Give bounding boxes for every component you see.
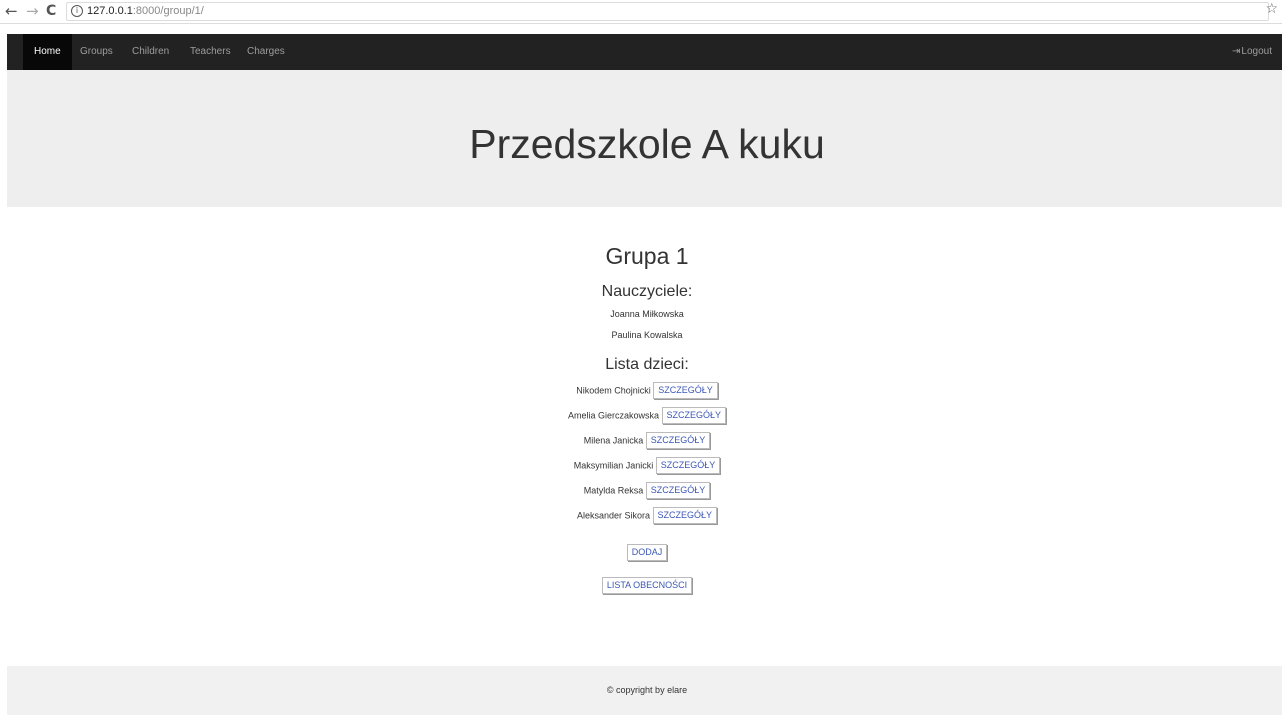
nav-item-groups[interactable]: Groups	[80, 34, 113, 70]
attendance-action: LISTA OBECNOŚCI	[7, 577, 1282, 595]
teachers-heading: Nauczyciele:	[601, 283, 693, 300]
nav-item-children[interactable]: Children	[132, 34, 169, 70]
nav-item-charges[interactable]: Charges	[247, 34, 285, 70]
browser-toolbar: ← → C i 127.0.0.1:8000/group/1/ ☆	[0, 0, 1282, 24]
child-name: Amelia Gierczakowska	[567, 410, 659, 421]
address-bar[interactable]: i 127.0.0.1:8000/group/1/	[66, 2, 1269, 21]
arrow-right-icon[interactable]: →	[26, 2, 39, 20]
list-item: Milena Janicka SZCZEGÓŁY	[7, 431, 1282, 450]
url-path: :8000/group/1/	[132, 5, 204, 17]
child-name: Aleksander Sikora	[576, 510, 650, 521]
details-button[interactable]: SZCZEGÓŁY	[645, 432, 711, 450]
url-host: 127.0.0.1	[87, 5, 133, 17]
list-item: Nikodem Chojnicki SZCZEGÓŁY	[7, 381, 1282, 400]
details-button[interactable]: SZCZEGÓŁY	[645, 482, 711, 500]
logout-link[interactable]: ⇥Logout	[1232, 34, 1272, 70]
list-item: Aleksander Sikora SZCZEGÓŁY	[7, 506, 1282, 525]
details-button[interactable]: SZCZEGÓŁY	[655, 457, 721, 475]
child-name: Matylda Reksa	[583, 485, 644, 496]
arrow-left-icon[interactable]: ←	[5, 2, 18, 20]
logout-label: Logout	[1241, 46, 1272, 57]
children-heading: Lista dzieci:	[605, 356, 689, 373]
attendance-list-button[interactable]: LISTA OBECNOŚCI	[601, 577, 693, 595]
list-item: Amelia Gierczakowska SZCZEGÓŁY	[7, 406, 1282, 425]
nav-item-teachers[interactable]: Teachers	[190, 34, 231, 70]
add-child-button[interactable]: DODAJ	[626, 544, 668, 562]
details-button[interactable]: SZCZEGÓŁY	[653, 382, 718, 400]
child-name: Maksymilian Janicki	[573, 460, 654, 471]
star-icon[interactable]: ☆	[1265, 1, 1278, 17]
login-icon: ⇥	[1232, 46, 1241, 57]
child-name: Nikodem Chojnicki	[576, 385, 651, 396]
info-icon[interactable]: i	[71, 5, 83, 18]
reload-icon[interactable]: C	[46, 2, 56, 20]
teacher-name: Paulina Kowalska	[611, 330, 683, 340]
add-action: DODAJ	[7, 544, 1282, 562]
jumbotron: Przedszkole A kuku	[7, 70, 1282, 207]
nav-item-home[interactable]: Home	[23, 34, 72, 70]
footer: © copyright by elare	[7, 666, 1282, 715]
site-title: Przedszkole A kuku	[469, 121, 825, 167]
group-title: Grupa 1	[605, 243, 689, 269]
top-navbar: Home Groups Children Teachers Charges ⇥L…	[7, 34, 1282, 70]
list-item: Matylda Reksa SZCZEGÓŁY	[7, 481, 1282, 500]
copyright-text: © copyright by elare	[606, 685, 688, 695]
list-item: Maksymilian Janicki SZCZEGÓŁY	[7, 456, 1282, 475]
details-button[interactable]: SZCZEGÓŁY	[661, 407, 727, 425]
details-button[interactable]: SZCZEGÓŁY	[652, 507, 718, 525]
teacher-name: Joanna Miłkowska	[610, 309, 684, 319]
child-name: Milena Janicka	[583, 435, 644, 446]
